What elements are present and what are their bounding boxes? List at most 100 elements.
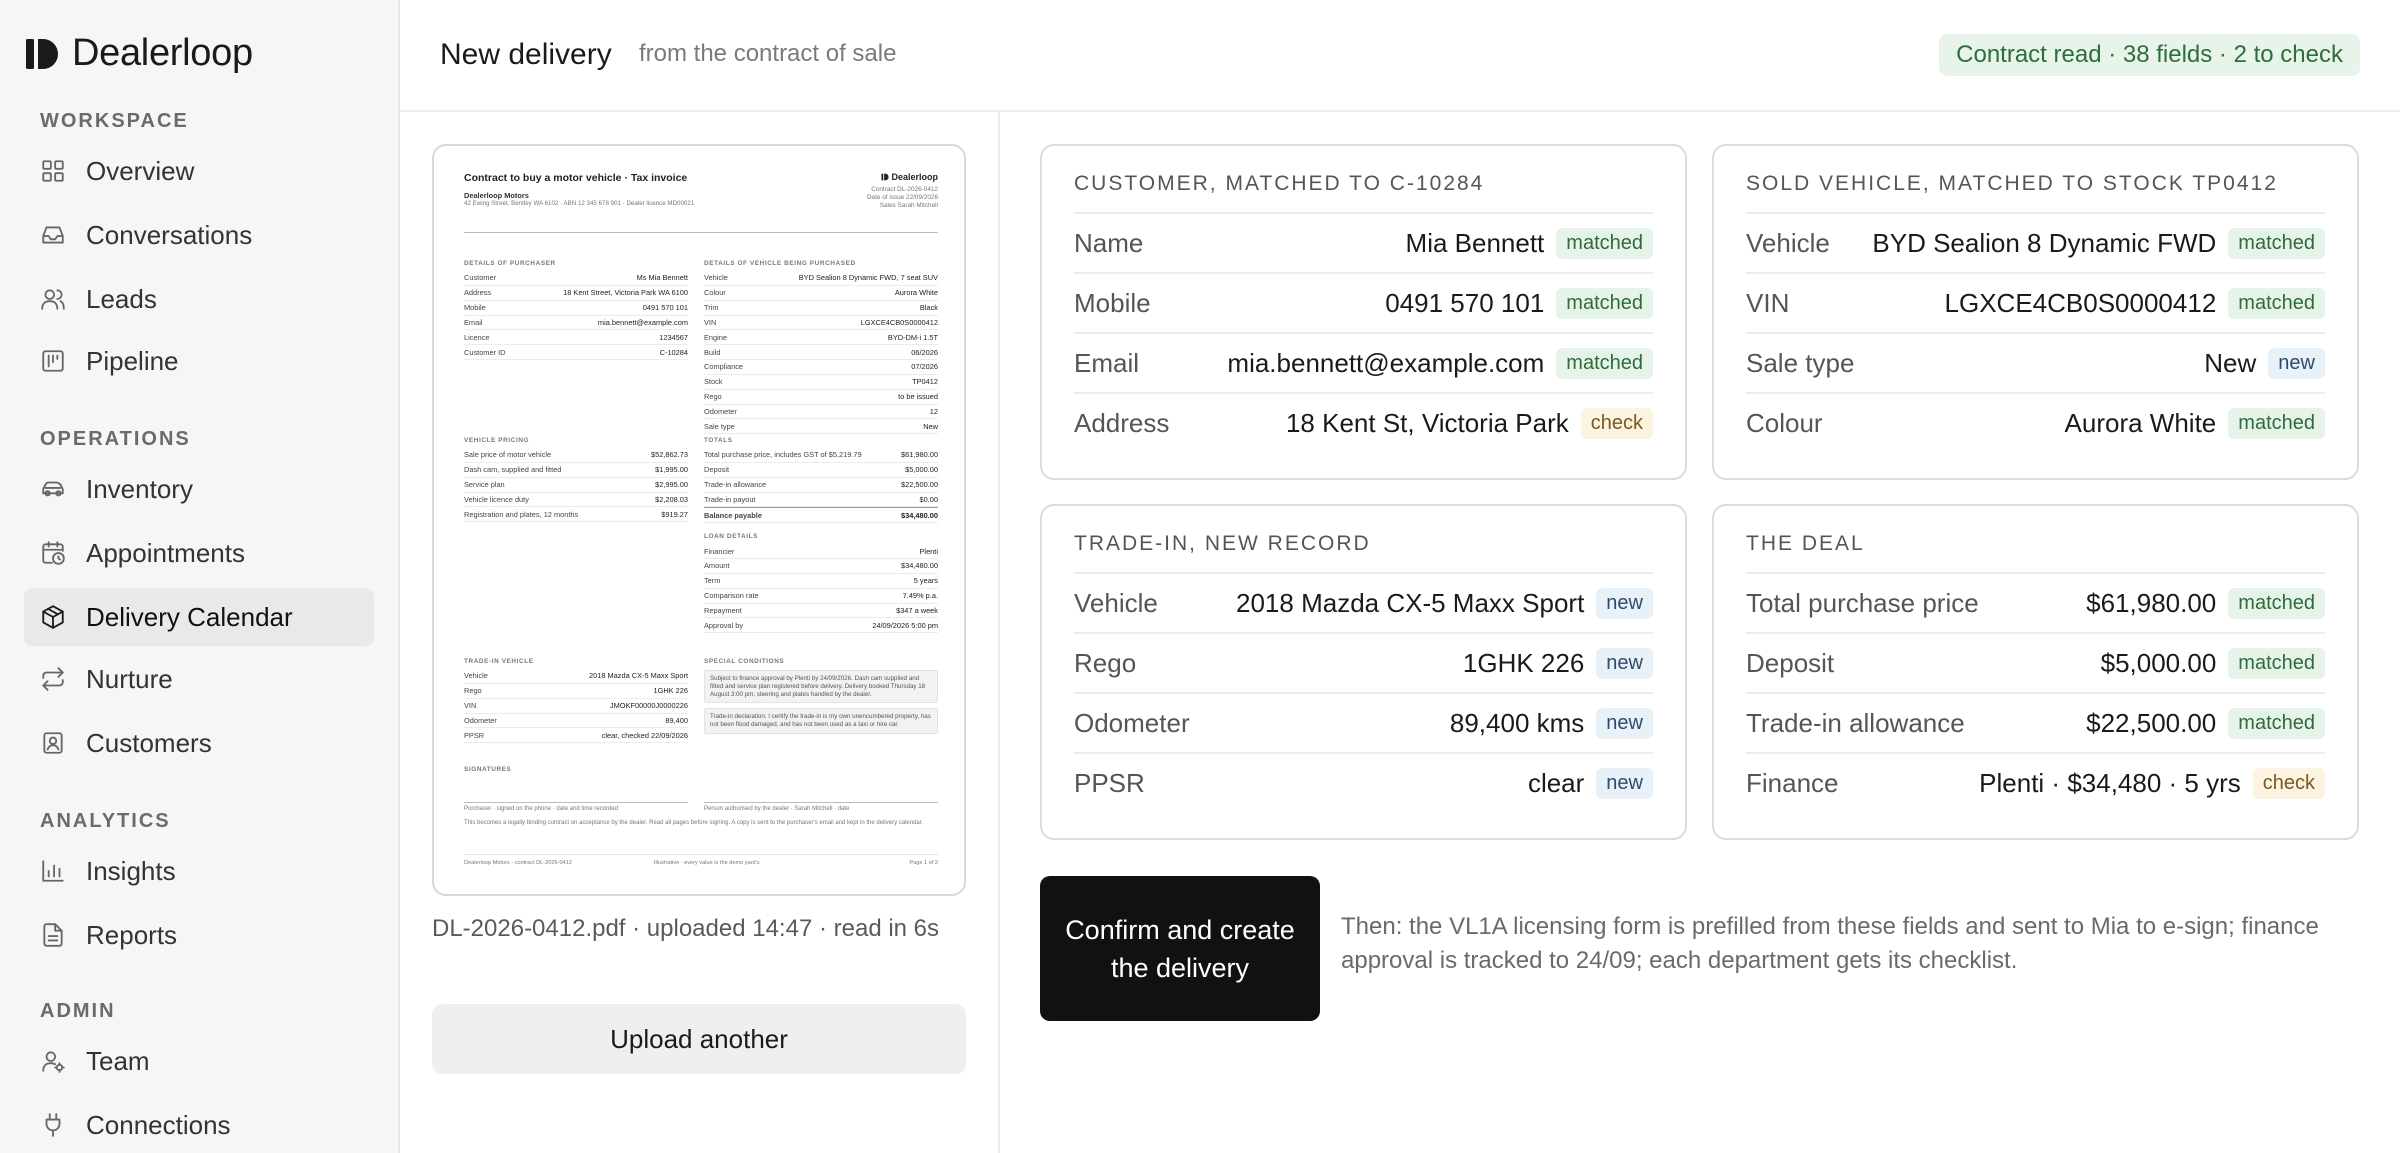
doc-row-value: TP0412 [912,377,938,387]
upload-another-button[interactable]: Upload another [432,1004,966,1074]
doc-row: Term 5 years [704,574,938,589]
field-row[interactable]: VIN LGXCE4CB0S0000412 matched [1746,272,2325,332]
field-row[interactable]: Mobile 0491 570 101 matched [1074,272,1653,332]
sidebar-item-overview[interactable]: Overview [24,142,374,200]
document-panel: Contract to buy a motor vehicle · Tax in… [400,112,1000,1153]
field-label: Finance [1746,767,1839,798]
doc-row: Balance payable $34,480.00 [704,507,938,524]
doc-row-label: Sale price of motor vehicle [464,450,552,460]
doc-row: PPSR clear, checked 22/09/2026 [464,728,688,744]
doc-row-label: Customer ID [464,347,506,357]
doc-row-label: Total purchase price, includes GST of $5… [704,450,862,460]
doc-row: Service plan $2,995.00 [464,478,688,493]
status-badge: matched [1556,227,1653,259]
brand[interactable]: Dealerloop [24,32,253,75]
sidebar-item-delivery-calendar[interactable]: Delivery Calendar [24,588,374,646]
sidebar-item-reports[interactable]: Reports [24,906,374,964]
nav-section-workspace: WORKSPACE [40,110,189,132]
sidebar-item-appointments[interactable]: Appointments [24,524,374,582]
sidebar-item-label: Leads [86,283,157,314]
status-badge: Contract read · 38 fields · 2 to check [1939,34,2360,76]
field-row[interactable]: Vehicle BYD Sealion 8 Dynamic FWD matched [1746,212,2325,272]
doc-special-section: Special conditions Subject to finance ap… [704,658,938,734]
repeat-icon [42,667,64,691]
sidebar-item-label: Reports [86,919,178,950]
doc-row-label: Dash cam, supplied and fitted [464,465,562,475]
doc-section-heading: Totals [704,437,733,444]
doc-row: Mobile 0491 570 101 [464,301,688,316]
doc-row-value: $1,995.00 [655,465,688,475]
field-row[interactable]: Email mia.bennett@example.com matched [1074,332,1653,392]
doc-row: Approval by 24/09/2026 5:00 pm [704,618,938,634]
field-row[interactable]: Finance Plenti · $34,480 · 5 yrs check [1746,752,2325,812]
doc-row-value: Aurora White [894,288,938,298]
sidebar-item-label: Conversations [86,219,253,250]
doc-row: VIN LGXCE4CB0S0000412 [704,316,938,331]
field-value: Mia Bennett [1405,227,1545,258]
doc-row-value: 7.49% p.a. [902,591,938,601]
sidebar: Dealerloop WORKSPACE Overview Conversati… [0,0,400,1153]
field-row[interactable]: Colour Aurora White matched [1746,392,2325,452]
doc-row-value: 5 years [913,576,938,586]
doc-row: Trade-in payout $0.00 [704,493,938,508]
doc-footer-right: Page 1 of 2 [909,860,938,866]
doc-section-heading: Signatures [464,766,512,773]
sidebar-item-leads[interactable]: Leads [24,270,374,328]
field-value: 2018 Mazda CX-5 Maxx Sport [1236,587,1585,618]
doc-row: Trim Black [704,301,938,316]
field-label: Odometer [1074,707,1190,738]
sidebar-item-nurture[interactable]: Nurture [24,650,374,708]
doc-row-label: Vehicle licence duty [464,494,529,504]
sidebar-item-pipeline[interactable]: Pipeline [24,332,374,390]
field-row[interactable]: Name Mia Bennett matched [1074,212,1653,272]
field-row[interactable]: Odometer 89,400 kms new [1074,692,1653,752]
field-label: Vehicle [1074,587,1158,618]
brand-name: Dealerloop [72,32,253,74]
contract-page: Contract to buy a motor vehicle · Tax in… [464,172,938,872]
confirm-create-delivery-button[interactable]: Confirm and create the delivery [1040,876,1320,1021]
status-badge: check [2252,767,2325,799]
doc-row-label: Vehicle [704,273,728,283]
field-row[interactable]: PPSR clear new [1074,752,1653,812]
doc-pricing-section: Vehicle pricing Sale price of motor vehi… [464,437,688,523]
doc-section-heading: Details of purchaser [464,260,556,267]
nav-section-analytics: ANALYTICS [40,810,171,832]
field-label: Deposit [1746,647,1835,678]
doc-row: Odometer 89,400 [464,714,688,729]
doc-row: Odometer 12 [704,405,938,420]
doc-row-label: Mobile [464,302,486,312]
field-row[interactable]: Vehicle 2018 Mazda CX-5 Maxx Sport new [1074,572,1653,632]
sidebar-item-inventory[interactable]: Inventory [24,460,374,518]
sidebar-item-team[interactable]: Team [24,1032,374,1090]
doc-row: Stock TP0412 [704,375,938,390]
doc-row-value: C-10284 [659,347,688,357]
contract-preview[interactable]: Contract to buy a motor vehicle · Tax in… [432,144,966,896]
doc-brand-name: Dealerloop [891,172,938,182]
status-badge: new [1596,647,1653,679]
doc-row: Deposit $5,000.00 [704,463,938,478]
doc-row: Rego to be issued [704,390,938,405]
field-value: New [2204,347,2257,378]
doc-row-label: Sale type [704,421,735,431]
doc-dealer: Dealerloop Motors [464,191,529,201]
field-row[interactable]: Sale type New new [1746,332,2325,392]
sidebar-item-conversations[interactable]: Conversations [24,206,374,264]
status-badge: new [1596,707,1653,739]
doc-brand: Dealerloop [867,172,938,183]
field-row[interactable]: Total purchase price $61,980.00 matched [1746,572,2325,632]
doc-row-label: PPSR [464,730,485,740]
field-row[interactable]: Address 18 Kent St, Victoria Park check [1074,392,1653,452]
doc-section-heading: Loan details [704,533,758,541]
doc-row: Vehicle BYD Sealion 8 Dynamic FWD, 7 seat… [704,271,938,286]
sidebar-item-connections[interactable]: Connections [24,1096,374,1153]
doc-row-value: Ms Mia Bennett [636,273,688,283]
field-row[interactable]: Trade-in allowance $22,500.00 matched [1746,692,2325,752]
plug-icon [45,1113,61,1137]
next-steps-text: Then: the VL1A licensing form is prefill… [1341,913,2319,974]
doc-row-value: 24/09/2026 5:00 pm [872,620,938,630]
field-row[interactable]: Deposit $5,000.00 matched [1746,632,2325,692]
field-row[interactable]: Rego 1GHK 226 new [1074,632,1653,692]
sidebar-item-insights[interactable]: Insights [24,842,374,900]
sidebar-item-customers[interactable]: Customers [24,714,374,772]
doc-row-value: 89,400 [665,715,688,725]
